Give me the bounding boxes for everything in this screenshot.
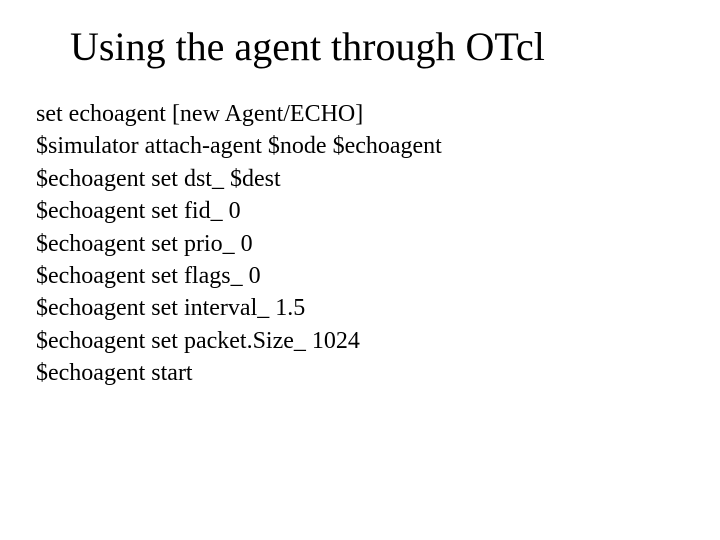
code-line: set echoagent [new Agent/ECHO] [36, 98, 684, 130]
code-line: $echoagent set prio_ 0 [36, 228, 684, 260]
code-line: $echoagent set fid_ 0 [36, 195, 684, 227]
code-line: $echoagent set flags_ 0 [36, 260, 684, 292]
code-line: $echoagent set dst_ $dest [36, 163, 684, 195]
slide-title: Using the agent through OTcl [70, 24, 684, 70]
code-block: set echoagent [new Agent/ECHO] $simulato… [36, 98, 684, 390]
code-line: $echoagent set interval_ 1.5 [36, 292, 684, 324]
slide: Using the agent through OTcl set echoage… [0, 0, 720, 540]
code-line: $simulator attach-agent $node $echoagent [36, 130, 684, 162]
code-line: $echoagent set packet.Size_ 1024 [36, 325, 684, 357]
code-line: $echoagent start [36, 357, 684, 389]
